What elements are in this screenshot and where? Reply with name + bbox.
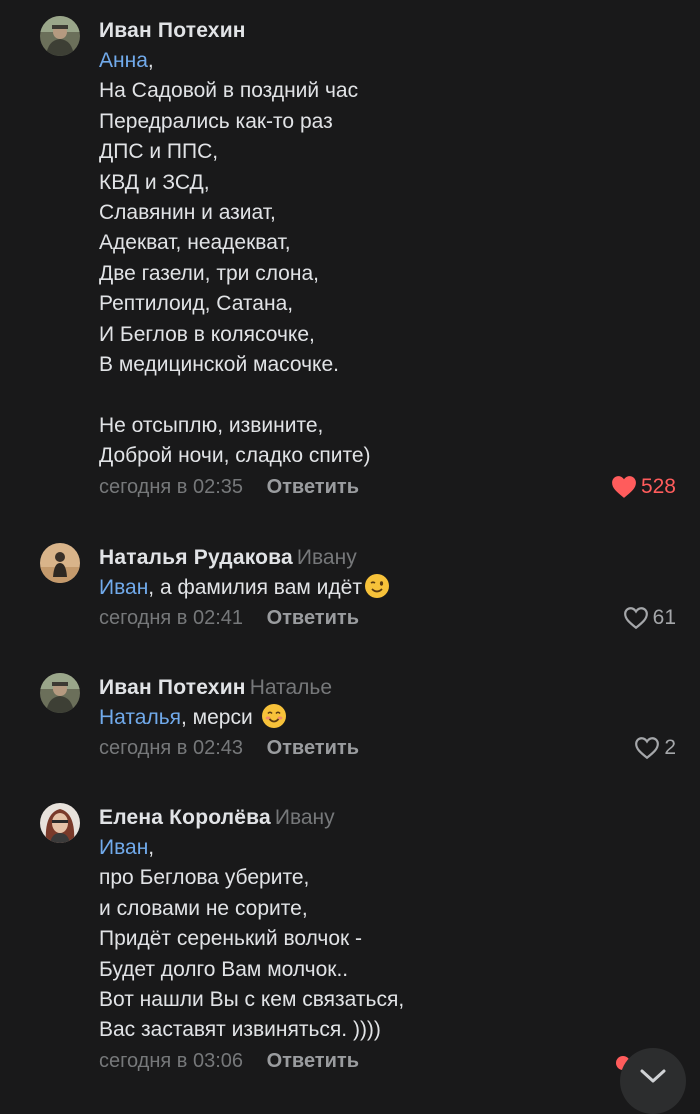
comment-text-content: , а фамилия вам идёт [148, 576, 362, 599]
comment-header: Иван Потехин [99, 16, 676, 46]
like-count: 528 [640, 474, 676, 498]
mention-link[interactable]: Иван [99, 576, 148, 599]
comment-meta: сегодня в 03:06 Ответить [99, 1046, 676, 1076]
comment-body: Наталья Рудакова Ивану Иван, а фамилия ва… [99, 543, 676, 633]
comment-meta: сегодня в 02:35 Ответить 528 [99, 472, 676, 502]
avatar-image [40, 543, 80, 583]
author-name[interactable]: Иван Потехин [99, 19, 246, 42]
avatar-image [40, 803, 80, 843]
scroll-down-button[interactable] [620, 1048, 686, 1114]
like-button[interactable]: 528 [611, 472, 676, 502]
timestamp: сегодня в 03:06 [99, 1049, 243, 1072]
heart-outline-icon [623, 607, 648, 630]
like-count: 61 [652, 606, 676, 630]
reply-button[interactable]: Ответить [267, 737, 359, 759]
mention-link[interactable]: Наталья [99, 706, 181, 729]
smiling-face-emoji-icon [261, 704, 286, 728]
timestamp: сегодня в 02:41 [99, 607, 243, 630]
comment-header: Иван Потехин Наталье [99, 673, 676, 703]
timestamp: сегодня в 02:35 [99, 475, 243, 498]
comment-text: Наталья, мерси [99, 703, 676, 733]
heart-filled-icon [612, 475, 636, 498]
comment-text-content: , про Беглова уберите, и словами не сори… [99, 836, 405, 1042]
comment-header: Елена Королёва Ивану [99, 803, 676, 833]
timestamp: сегодня в 02:43 [99, 737, 243, 760]
winking-face-emoji-icon [364, 574, 389, 598]
like-button[interactable]: 61 [623, 603, 676, 633]
reply-to-label[interactable]: Ивану [275, 806, 335, 829]
avatar[interactable] [40, 543, 80, 583]
comment-header: Наталья Рудакова Ивану [99, 543, 676, 573]
reply-button[interactable]: Ответить [267, 1050, 359, 1072]
comment-body: Иван Потехин Анна, На Садовой в поздний … [99, 16, 676, 502]
chevron-down-icon [640, 1069, 666, 1083]
mention-link[interactable]: Анна [99, 49, 148, 72]
avatar[interactable] [40, 803, 80, 843]
author-name[interactable]: Иван Потехин [99, 676, 246, 699]
reply-button[interactable]: Ответить [267, 607, 359, 629]
avatar[interactable] [40, 673, 80, 713]
reply-to-label[interactable]: Наталье [250, 676, 332, 699]
comment-text-content: , мерси [181, 706, 259, 729]
author-name[interactable]: Елена Королёва [99, 806, 271, 829]
mention-link[interactable]: Иван [99, 836, 148, 859]
comment-text: Иван, а фамилия вам идёт [99, 573, 676, 603]
avatar[interactable] [40, 16, 80, 56]
reply-to-label[interactable]: Ивану [297, 546, 357, 569]
comment-body: Иван Потехин Наталье Наталья, мерси сегод… [99, 673, 676, 763]
comment-text: Иван, про Беглова уберите, и словами не … [99, 833, 676, 1046]
avatar-image [40, 16, 80, 56]
like-button[interactable]: 2 [634, 733, 676, 763]
reply-button[interactable]: Ответить [267, 476, 359, 498]
avatar-image [40, 673, 80, 713]
comment-body: Елена Королёва Ивану Иван, про Беглова уб… [99, 803, 676, 1076]
author-name[interactable]: Наталья Рудакова [99, 546, 293, 569]
comment-text-content: , На Садовой в поздний час Передрались к… [99, 49, 371, 468]
comment-text: Анна, На Садовой в поздний час Передрали… [99, 46, 676, 472]
like-count: 2 [664, 736, 676, 760]
comment-meta: сегодня в 02:41 Ответить 61 [99, 603, 676, 633]
comment-meta: сегодня в 02:43 Ответить 2 [99, 733, 676, 763]
heart-outline-icon [635, 737, 660, 760]
